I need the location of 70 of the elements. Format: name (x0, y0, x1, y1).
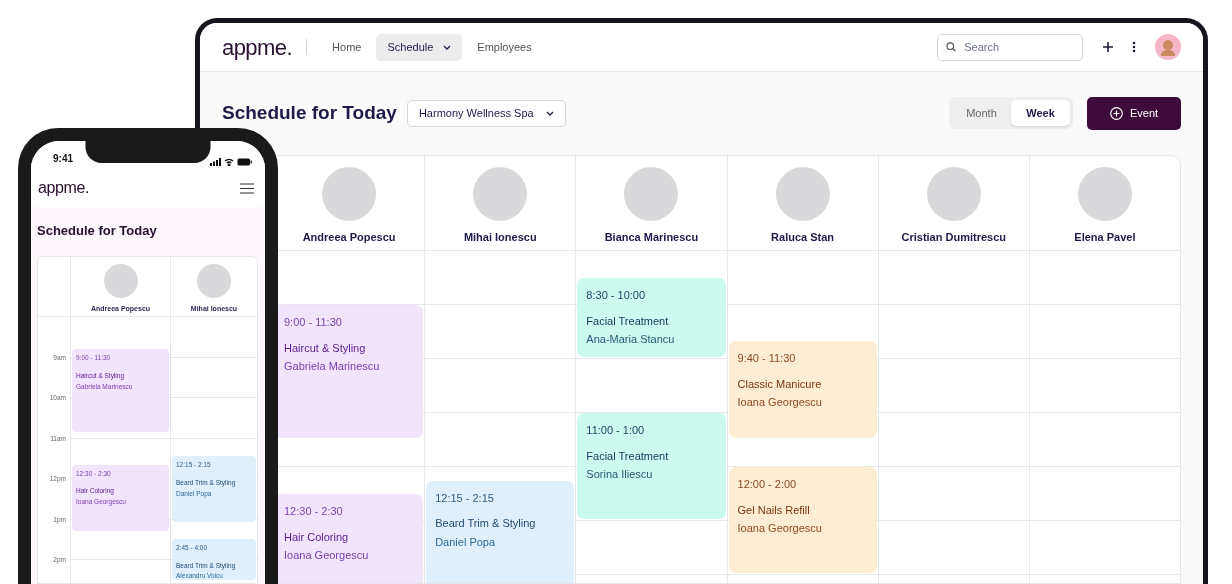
avatar-placeholder (473, 167, 528, 221)
nav-tab[interactable]: Home (321, 33, 373, 61)
event-time: 12:15 - 2:15 (435, 490, 495, 506)
event-card[interactable]: 12:15 - 2:15 Beard Trim & Styling Daniel Popa (426, 480, 575, 583)
event-card[interactable]: 11:00 - 1:00 Facial Treatment Sorina Iliescu (577, 413, 726, 519)
plus-circle-icon (1109, 106, 1123, 120)
event-card[interactable]: 12:30 - 2:30 Hair Coloring Ioana Georgescu (275, 494, 424, 583)
staff-name: Bianca Marinescu (604, 230, 699, 245)
search-input[interactable]: Search (964, 38, 1074, 56)
status-time: 9:41 (53, 152, 73, 166)
page-title: Schedule for Today (37, 223, 157, 238)
event-card[interactable]: 9:40 - 11:30 Classic Manicure Ioana Georgescu (728, 341, 877, 438)
event-client: Sorina Iliescu (586, 467, 654, 482)
menu-icon (240, 182, 254, 194)
avatar-placeholder (926, 167, 981, 221)
avatar-placeholder (103, 264, 138, 298)
more-button[interactable] (1131, 40, 1137, 54)
event-client: Ioana Georgescu (737, 395, 823, 410)
event-card[interactable]: 9:00 - 11:30 Haircut & Styling Gabriela Marinescu (275, 305, 424, 438)
event-service: Gel Nails Refill (737, 502, 811, 518)
kebab-icon (1132, 41, 1136, 53)
logo[interactable]: appme. (222, 30, 293, 64)
view-tab[interactable]: Week (1011, 100, 1070, 126)
event-client: Ana-Maria Stancu (586, 332, 676, 347)
event-client: Ioana Georgescu (737, 521, 823, 536)
page-title: Schedule for Today (222, 100, 397, 125)
event-service: Beard Trim & Styling (435, 516, 537, 531)
staff-name: Cristian Dumitrescu (901, 230, 1007, 245)
add-button[interactable] (1101, 40, 1115, 54)
avatar-placeholder (1077, 167, 1132, 221)
event-time: 12:30 - 2:30 (284, 504, 344, 519)
signal-icon (210, 158, 221, 166)
event-service: Hair Coloring (284, 529, 350, 545)
event-service: Classic Manicure (737, 376, 823, 392)
chevron-down-icon (545, 110, 554, 116)
avatar-placeholder (624, 167, 679, 221)
avatar-placeholder (322, 167, 377, 221)
staff-name: Elena Pavel (1074, 230, 1136, 245)
location-dropdown[interactable]: Harmony Wellness Spa (406, 99, 566, 127)
event-card[interactable]: 8:30 - 10:00 Facial Treatment Ana-Maria Stancu (577, 278, 726, 357)
staff-name: Andreea Popescu (302, 230, 396, 245)
event-client: Daniel Popa (435, 534, 497, 550)
menu-button[interactable] (240, 182, 254, 194)
plus-icon (1102, 41, 1114, 53)
search-icon (946, 41, 957, 53)
search-field[interactable]: Search (937, 33, 1083, 61)
avatar-placeholder (197, 264, 231, 298)
user-avatar[interactable] (1155, 34, 1181, 60)
chevron-down-icon (443, 44, 452, 50)
event-time: 8:30 - 10:00 (586, 288, 647, 303)
nav-tab[interactable]: Employees (466, 33, 543, 61)
avatar-placeholder (775, 167, 830, 221)
event-time: 9:00 - 11:30 (284, 315, 343, 330)
event-time: 12:00 - 2:00 (737, 477, 798, 492)
add-event-button[interactable]: Event (1087, 96, 1181, 130)
logo[interactable]: appme. (38, 176, 89, 200)
event-service: Facial Treatment (586, 313, 670, 329)
nav-tab[interactable]: Schedule (376, 33, 463, 61)
staff-name: Raluca Stan (771, 230, 835, 245)
wifi-icon (224, 158, 234, 166)
event-time: 11:00 - 1:00 (586, 423, 646, 438)
event-client: Ioana Georgescu (284, 548, 370, 563)
event-service: Facial Treatment (586, 448, 670, 464)
event-card[interactable]: 12:00 - 2:00 Gel Nails Refill Ioana Georgescu (728, 467, 877, 573)
event-time: 9:40 - 11:30 (737, 351, 797, 366)
event-service: Haircut & Styling (284, 340, 367, 356)
staff-name: Mihai Ionescu (463, 230, 537, 245)
battery-icon (237, 158, 252, 166)
view-tab[interactable]: Month (952, 100, 1011, 126)
event-client: Gabriela Marinescu (284, 359, 381, 374)
